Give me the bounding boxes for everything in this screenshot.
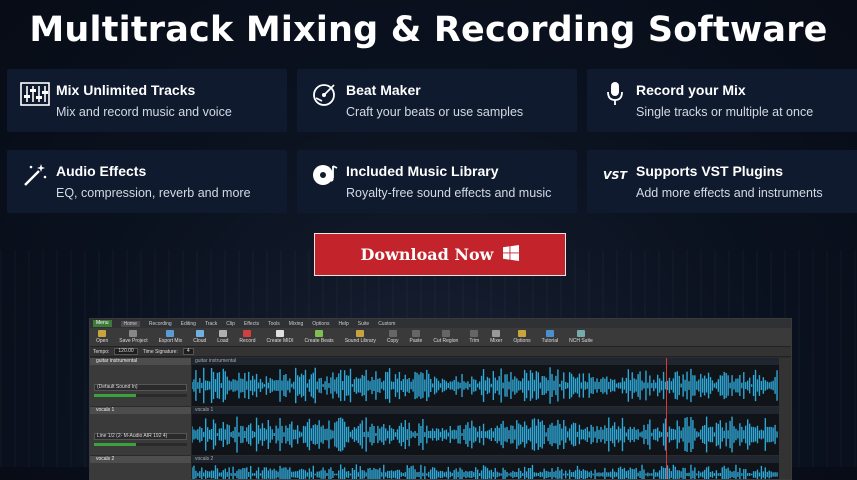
vertical-scrollbar[interactable] xyxy=(779,358,791,479)
ribbon-paste-button[interactable]: Paste xyxy=(410,330,422,344)
track-name[interactable]: vocals 1 xyxy=(90,407,191,414)
clip-label: vocals 1 xyxy=(192,407,779,414)
tab-suite[interactable]: Suite xyxy=(358,321,369,327)
tab-home[interactable]: Home xyxy=(120,320,140,327)
ribbon-nch-suite-button[interactable]: NCH Suite xyxy=(569,330,593,344)
feature-title: Audio Effects xyxy=(56,163,147,179)
tab-mixing[interactable]: Mixing xyxy=(289,321,303,327)
magic-wand-icon xyxy=(19,162,51,188)
feature-desc: Single tracks or multiple at once xyxy=(636,105,814,119)
tab-custom[interactable]: Custom xyxy=(378,321,395,327)
download-label: Download Now xyxy=(360,245,494,264)
ribbon-export-mix-button[interactable]: Export Mix xyxy=(159,330,182,344)
ribbon-mixer-button[interactable]: Mixer xyxy=(490,330,502,344)
feature-desc: Royalty-free sound effects and music xyxy=(346,186,552,200)
ribbon-trim-button[interactable]: Trim xyxy=(469,330,479,344)
feature-desc: EQ, compression, reverb and more xyxy=(56,186,251,200)
feature-card-mix-tracks: Mix Unlimited Tracks Mix and record musi… xyxy=(7,69,287,132)
ribbon-create-midi-button[interactable]: Create MIDI xyxy=(267,330,294,344)
feature-desc: Craft your beats or use samples xyxy=(346,105,524,119)
time-signature-input[interactable]: 4 xyxy=(182,348,194,355)
ribbon-sound-library-button[interactable]: Sound Library xyxy=(345,330,376,344)
toolbar-ribbon: Open Save Project Export Mix Cloud Load … xyxy=(90,328,791,347)
tab-help[interactable]: Help xyxy=(338,321,348,327)
menu-button[interactable]: Menu xyxy=(93,320,112,327)
feature-title: Included Music Library xyxy=(346,163,499,179)
feature-title: Supports VST Plugins xyxy=(636,163,784,179)
track-row: vocals 1 Line 1/2 (2- M-Audio AIR 192 4)… xyxy=(90,407,791,455)
track-level-meter xyxy=(94,443,187,446)
waveform[interactable] xyxy=(192,414,779,455)
track-input-select[interactable]: (Default Sound In) xyxy=(94,384,187,391)
track-header: vocals 1 Line 1/2 (2- M-Audio AIR 192 4) xyxy=(90,407,192,455)
tab-editing[interactable]: Editing xyxy=(181,321,196,327)
feature-card-vst: VST Supports VST Plugins Add more effect… xyxy=(587,150,857,213)
feature-card-record: Record your Mix Single tracks or multipl… xyxy=(587,69,857,132)
track-header: guitar instrumental (Default Sound In) xyxy=(90,358,192,406)
download-now-button[interactable]: Download Now xyxy=(314,233,566,276)
ribbon-options-button[interactable]: Options xyxy=(513,330,531,344)
track-row: guitar instrumental (Default Sound In) g… xyxy=(90,358,791,406)
music-disc-icon xyxy=(309,162,341,188)
track-row: vocals 2 vocals 2 xyxy=(90,456,791,479)
track-name[interactable]: guitar instrumental xyxy=(90,358,191,365)
ribbon-create-beats-button[interactable]: Create Beats xyxy=(305,330,334,344)
microphone-icon xyxy=(599,81,631,107)
playhead[interactable] xyxy=(666,358,667,479)
page-title: Multitrack Mixing & Recording Software xyxy=(29,10,828,50)
ribbon-tutorial-button[interactable]: Tutorial xyxy=(542,330,558,344)
feature-title: Record your Mix xyxy=(636,82,746,98)
feature-desc: Mix and record music and voice xyxy=(56,105,232,119)
waveform[interactable] xyxy=(192,463,779,479)
tempo-label: Tempo: xyxy=(93,348,110,355)
turntable-icon xyxy=(309,81,341,107)
tab-effects[interactable]: Effects xyxy=(244,321,259,327)
track-input-select[interactable]: Line 1/2 (2- M-Audio AIR 192 4) xyxy=(94,433,187,440)
clip-label: guitar instrumental xyxy=(192,358,779,365)
feature-desc: Add more effects and instruments xyxy=(636,186,823,200)
feature-card-music-library: Included Music Library Royalty-free soun… xyxy=(297,150,577,213)
feature-title: Mix Unlimited Tracks xyxy=(56,82,196,98)
mixer-icon xyxy=(19,81,51,107)
tab-track[interactable]: Track xyxy=(205,321,217,327)
menu-bar: Menu Home Recording Editing Track Clip E… xyxy=(90,319,791,328)
tempo-bar: Tempo: 120.00 Time Signature: 4 xyxy=(90,347,791,357)
tab-options[interactable]: Options xyxy=(312,321,329,327)
feature-card-audio-effects: Audio Effects EQ, compression, reverb an… xyxy=(7,150,287,213)
ribbon-copy-button[interactable]: Copy xyxy=(387,330,399,344)
waveform[interactable] xyxy=(192,365,779,406)
ribbon-cut-region-button[interactable]: Cut Region xyxy=(433,330,458,344)
vst-icon: VST xyxy=(603,168,627,182)
feature-title: Beat Maker xyxy=(346,82,421,98)
tab-tools[interactable]: Tools xyxy=(268,321,280,327)
time-signature-label: Time Signature: xyxy=(142,348,178,355)
ribbon-save-project-button[interactable]: Save Project xyxy=(119,330,148,344)
track-area: guitar instrumental (Default Sound In) g… xyxy=(90,358,791,479)
ribbon-load-button[interactable]: Load xyxy=(217,330,228,344)
track-header: vocals 2 xyxy=(90,456,192,479)
ribbon-open-button[interactable]: Open xyxy=(96,330,108,344)
tab-clip[interactable]: Clip xyxy=(226,321,235,327)
ribbon-cloud-button[interactable]: Cloud xyxy=(193,330,206,344)
feature-card-beat-maker: Beat Maker Craft your beats or use sampl… xyxy=(297,69,577,132)
tab-recording[interactable]: Recording xyxy=(149,321,172,327)
app-screenshot: Menu Home Recording Editing Track Clip E… xyxy=(89,318,792,480)
ribbon-record-button[interactable]: Record xyxy=(239,330,256,344)
tempo-input[interactable]: 120.00 xyxy=(114,348,138,355)
track-level-meter xyxy=(94,394,187,397)
windows-icon xyxy=(503,244,520,265)
track-name[interactable]: vocals 2 xyxy=(90,456,191,463)
clip-label: vocals 2 xyxy=(192,456,779,463)
